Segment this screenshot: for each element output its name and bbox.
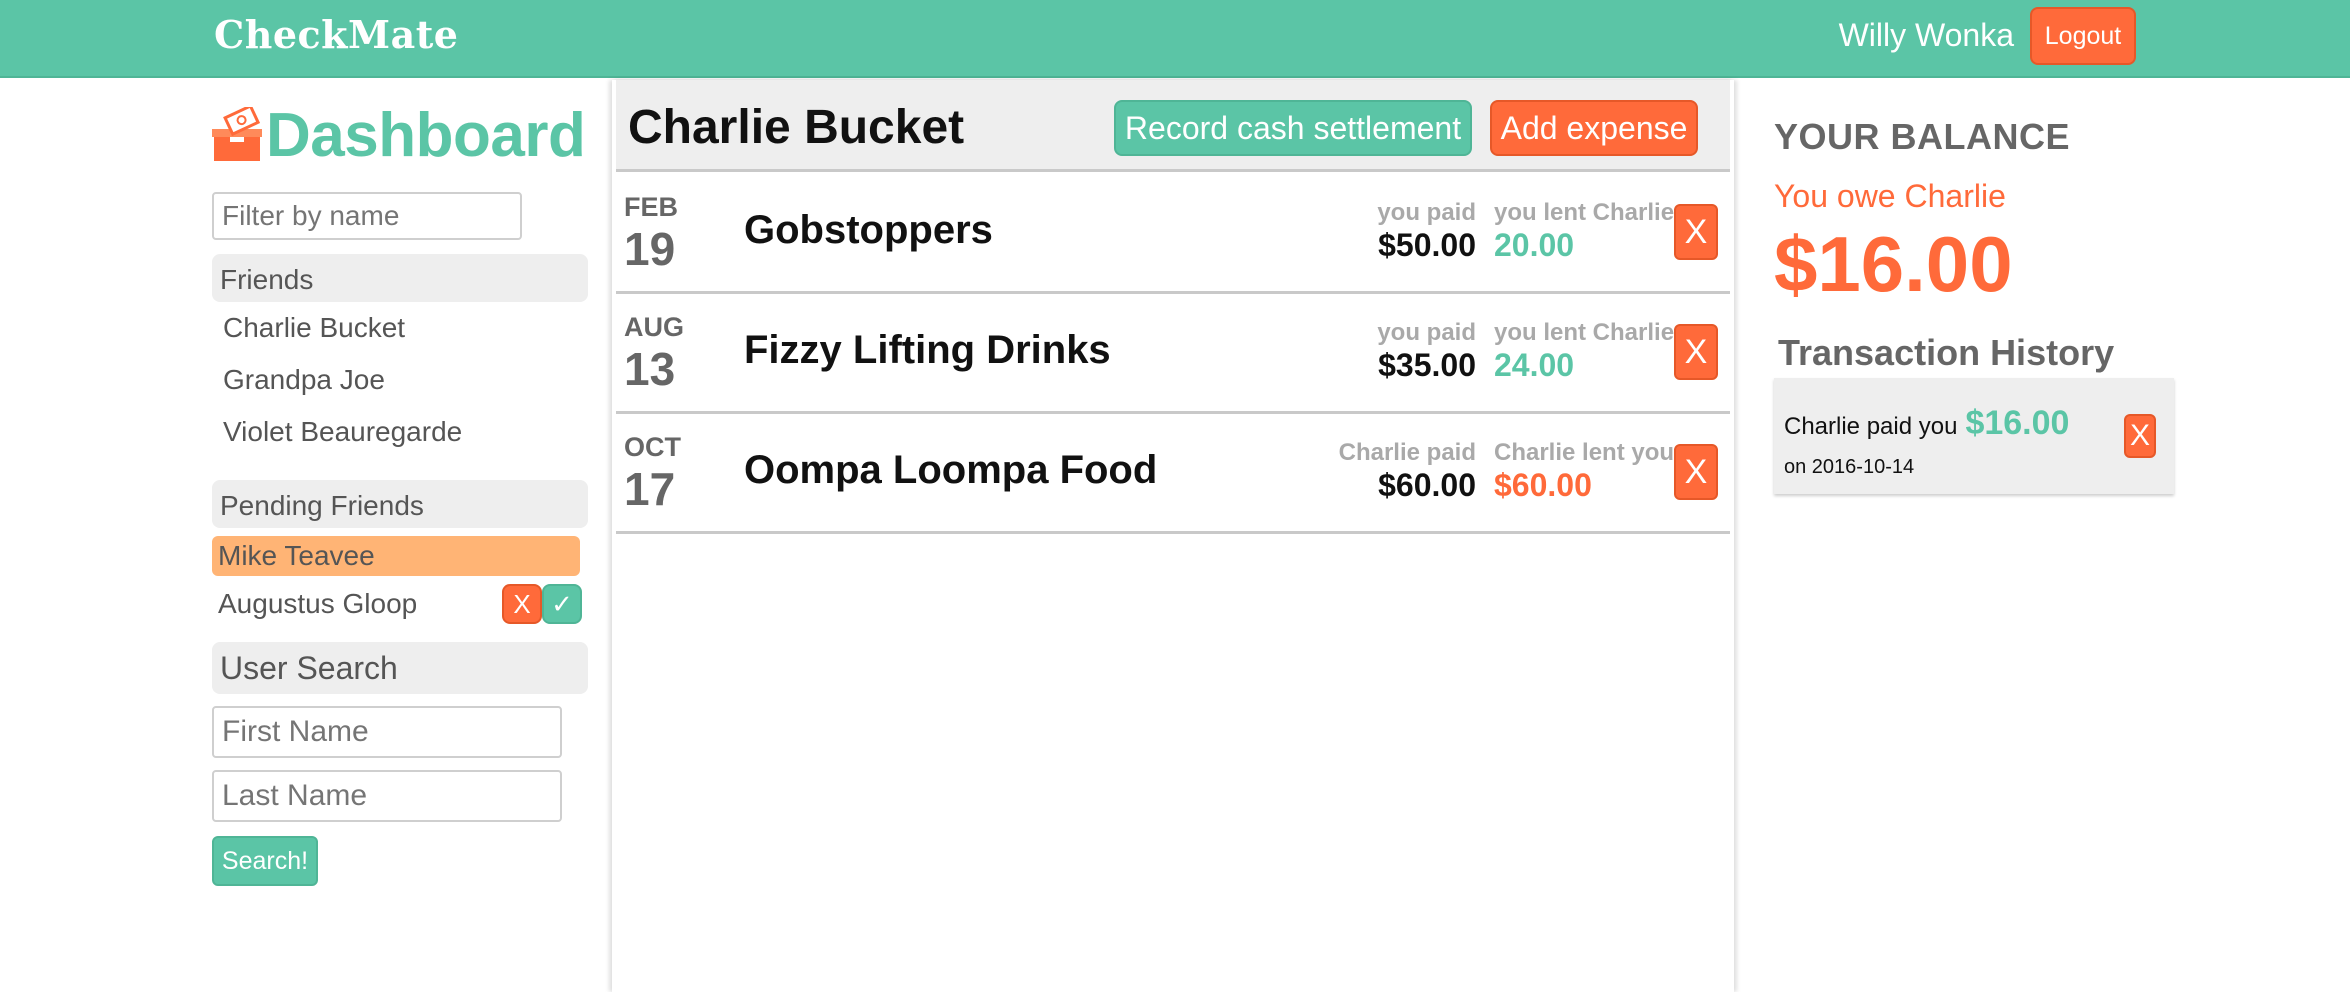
expense-day: 13 [624, 343, 676, 395]
sidebar: Dashboard Friends Charlie Bucket Grandpa… [212, 100, 588, 886]
paid-amount: $50.00 [1378, 227, 1476, 263]
current-user-name: Willy Wonka [1838, 17, 2014, 53]
filter-by-name-input[interactable] [212, 192, 522, 240]
friend-header: Charlie Bucket Record cash settlement Ad… [616, 80, 1730, 172]
delete-expense-button[interactable]: X [1674, 444, 1718, 500]
expense-month: OCT [624, 432, 681, 462]
dashboard-title: Dashboard [212, 100, 588, 170]
transaction-date: on 2016-10-14 [1784, 456, 1915, 478]
transaction-amount: $16.00 [1965, 404, 2070, 442]
friend-detail-panel: Charlie Bucket Record cash settlement Ad… [612, 80, 1734, 992]
expense-row[interactable]: FEB 19 Gobstoppers you paid $50.00 you l… [616, 174, 1730, 294]
lent-block: you lent Charlie 24.00 [1494, 318, 1674, 382]
lent-amount: 24.00 [1494, 347, 1575, 383]
paid-label: you paid [1377, 319, 1476, 346]
delete-expense-button[interactable]: X [1674, 324, 1718, 380]
lent-block: you lent Charlie 20.00 [1494, 198, 1674, 262]
lent-label: you lent Charlie [1494, 199, 1675, 226]
friend-item[interactable]: Grandpa Joe [212, 354, 588, 406]
friend-item[interactable]: Violet Beauregarde [212, 406, 588, 458]
lent-block: Charlie lent you $60.00 [1494, 438, 1674, 502]
expense-row[interactable]: AUG 13 Fizzy Lifting Drinks you paid $35… [616, 294, 1730, 414]
expense-title: Oompa Loompa Food [744, 448, 1158, 492]
pending-friends-header: Pending Friends [212, 480, 588, 528]
paid-block: Charlie paid $60.00 [1339, 438, 1476, 502]
brand-logo[interactable]: CheckMate [214, 12, 458, 57]
accept-friend-button[interactable]: ✓ [542, 584, 582, 624]
paid-amount: $60.00 [1378, 467, 1476, 503]
paid-amount: $35.00 [1378, 347, 1476, 383]
transaction-card: Charlie paid you $16.00 on 2016-10-14 X [1774, 378, 2174, 494]
your-balance-title: YOUR BALANCE [1774, 116, 2071, 157]
expense-title: Gobstoppers [744, 208, 993, 252]
transaction-text: Charlie paid you [1784, 413, 1958, 440]
friends-header: Friends [212, 254, 588, 302]
lent-amount: $60.00 [1494, 467, 1592, 503]
user-search-header: User Search [212, 642, 588, 694]
paid-label: Charlie paid [1338, 439, 1476, 466]
expense-month: AUG [624, 312, 684, 342]
friends-list: Charlie Bucket Grandpa Joe Violet Beaure… [212, 302, 588, 458]
record-cash-settlement-button[interactable]: Record cash settlement [1114, 100, 1472, 156]
pending-friend-item: Augustus Gloop X ✓ [212, 576, 588, 632]
top-nav-bar: CheckMate Willy Wonka Logout [0, 0, 2350, 78]
first-name-input[interactable] [212, 706, 562, 758]
delete-transaction-button[interactable]: X [2124, 414, 2156, 458]
friend-name-title: Charlie Bucket [628, 101, 965, 154]
money-box-icon [212, 104, 262, 163]
dashboard-title-text: Dashboard [266, 100, 586, 170]
pending-friend-name: Augustus Gloop [218, 588, 418, 619]
lent-label: Charlie lent you [1494, 439, 1675, 466]
search-button[interactable]: Search! [212, 836, 318, 886]
delete-expense-button[interactable]: X [1674, 204, 1718, 260]
lent-label: you lent Charlie [1494, 319, 1675, 346]
paid-block: you paid $35.00 [1377, 318, 1476, 382]
pending-friend-item-selected[interactable]: Mike Teavee [212, 536, 580, 576]
reject-friend-button[interactable]: X [502, 584, 542, 624]
expense-row[interactable]: OCT 17 Oompa Loompa Food Charlie paid $6… [616, 414, 1730, 534]
lent-amount: 20.00 [1494, 227, 1575, 263]
paid-block: you paid $50.00 [1377, 198, 1476, 262]
balance-amount: $16.00 [1774, 220, 2013, 308]
expense-day: 17 [624, 463, 676, 515]
balance-panel: YOUR BALANCE You owe Charlie $16.00 Tran… [1774, 116, 2174, 494]
transaction-summary: Charlie paid you $16.00 [1784, 404, 2069, 443]
balance-status: You owe Charlie [1774, 178, 2006, 214]
friend-item[interactable]: Charlie Bucket [212, 302, 588, 354]
expense-month: FEB [624, 192, 678, 222]
paid-label: you paid [1377, 199, 1476, 226]
logout-button[interactable]: Logout [2030, 7, 2136, 65]
expense-day: 19 [624, 223, 676, 275]
add-expense-button[interactable]: Add expense [1490, 100, 1698, 156]
last-name-input[interactable] [212, 770, 562, 822]
transaction-history-title: Transaction History [1778, 332, 2115, 373]
expense-title: Fizzy Lifting Drinks [744, 328, 1111, 372]
